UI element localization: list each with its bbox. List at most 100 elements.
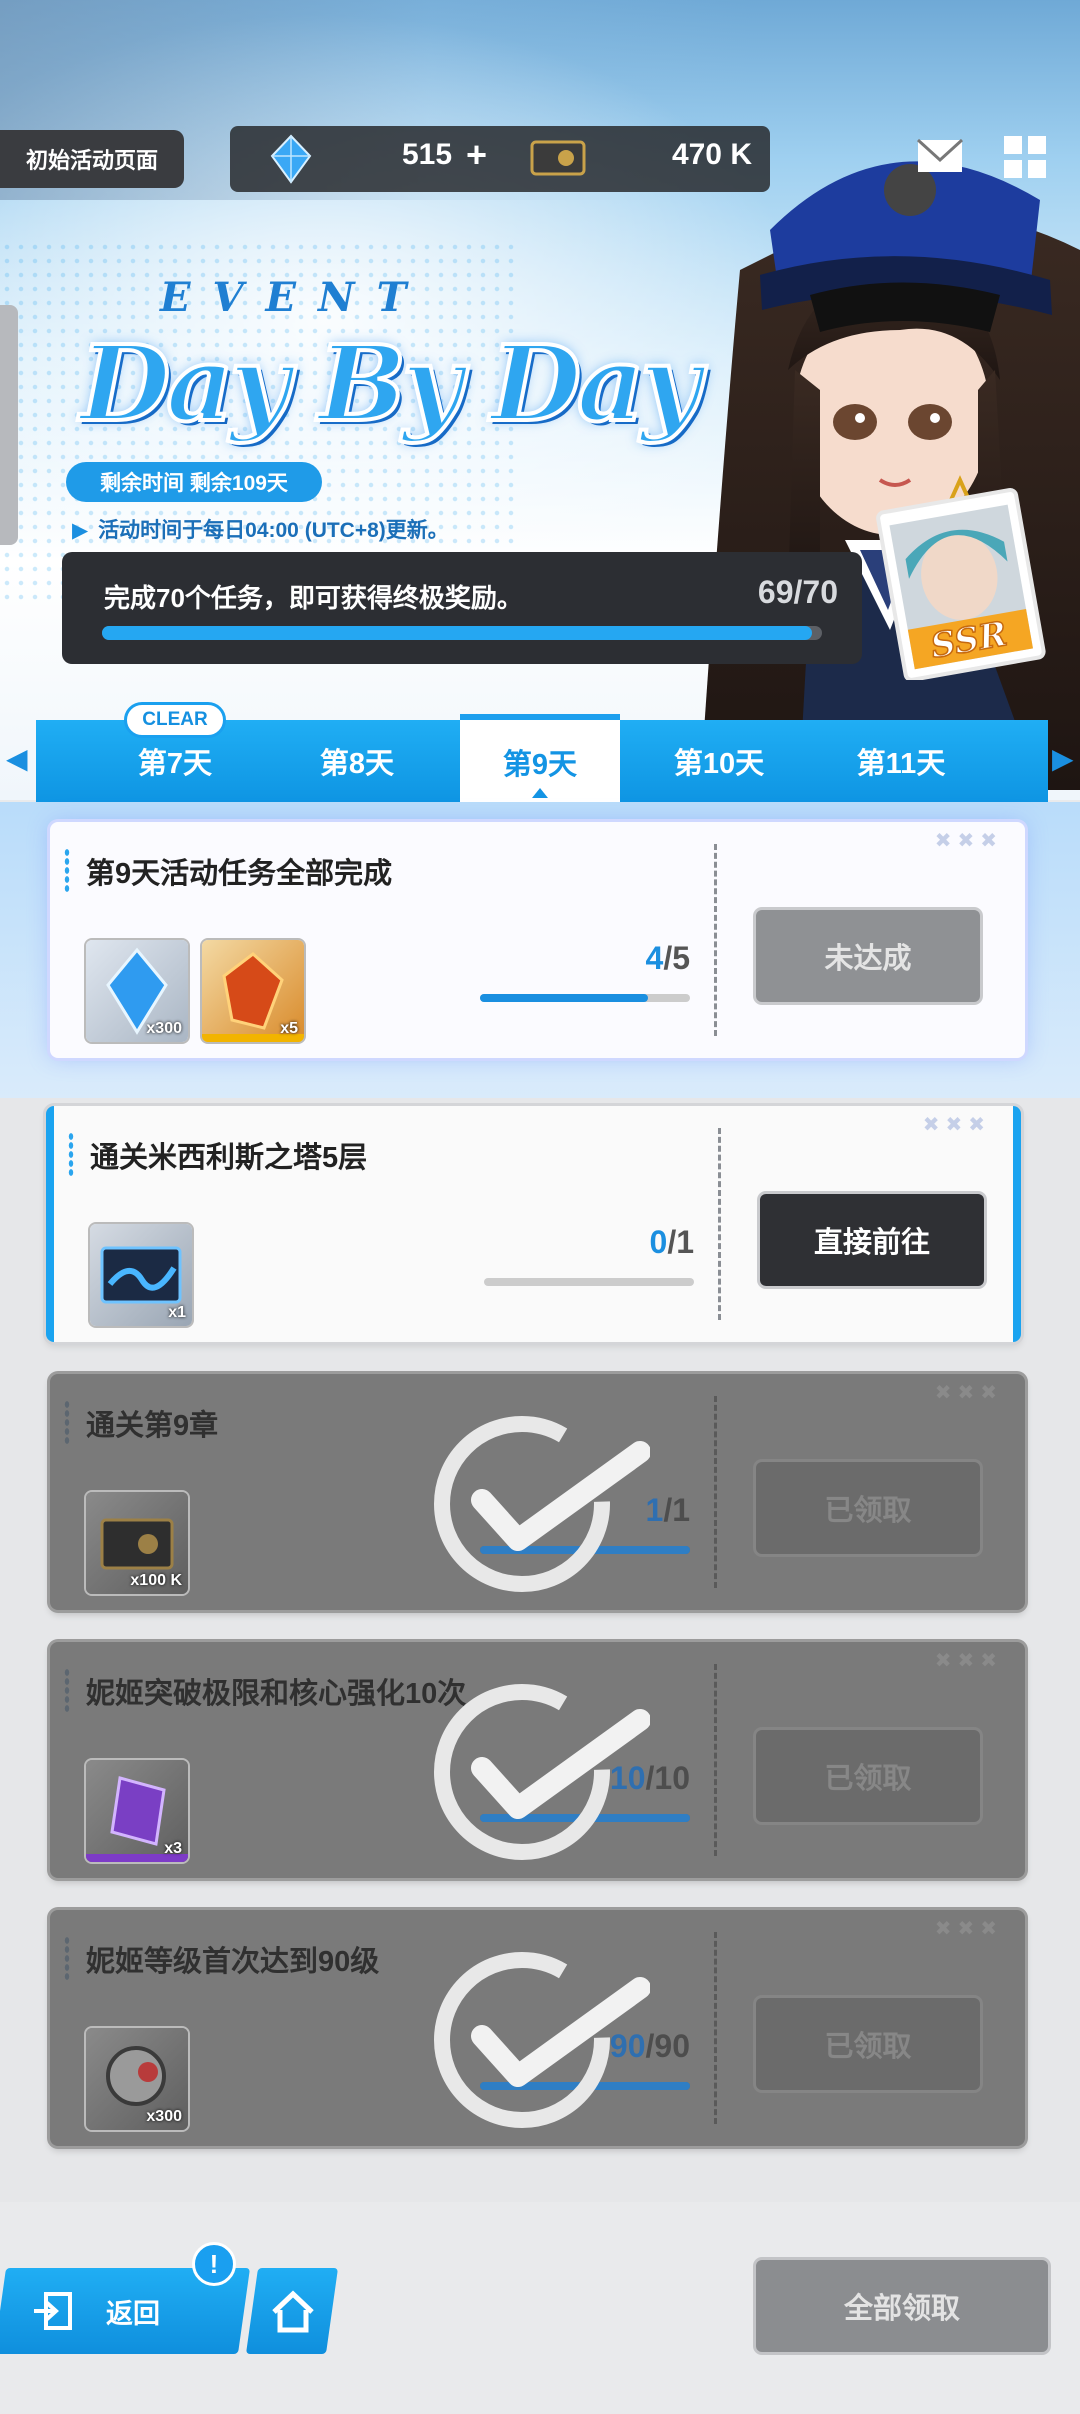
reward-items: x100 K: [86, 1492, 188, 1594]
dots-decoration: [68, 1132, 74, 1178]
corner-marks-decoration: ✖✖✖: [934, 1382, 1003, 1404]
reward-item[interactable]: x3: [86, 1760, 188, 1862]
mail-icon[interactable]: [912, 128, 968, 184]
tabs-left-arrow-icon[interactable]: ◀: [6, 742, 28, 775]
progress-count: 0/1: [649, 1224, 694, 1260]
gem-icon: [270, 134, 312, 184]
corner-marks-decoration: ✖✖✖: [934, 1918, 1003, 1940]
task-title: 通关第9章: [86, 1410, 219, 1442]
credit-count: 470 K: [671, 138, 752, 171]
reward-items: x300: [86, 2028, 188, 2130]
ssr-reward-card[interactable]: SSR: [870, 480, 1050, 680]
update-note-text: 活动时间于每日04:00 (UTC+8)更新。: [98, 519, 449, 542]
dots-decoration: [64, 1936, 70, 1982]
progress-total: 1: [672, 1492, 690, 1528]
corner-marks-decoration: ✖✖✖: [922, 1114, 991, 1136]
claimed-button[interactable]: 已领取: [756, 1462, 980, 1554]
side-drawer-handle[interactable]: [0, 305, 18, 545]
progress-current: 4: [645, 940, 664, 976]
active-tab-caret-icon: [532, 788, 548, 798]
reward-items: x3: [86, 1760, 188, 1862]
gem-count: 515: [402, 138, 453, 171]
reward-item[interactable]: x300: [86, 2028, 188, 2130]
divider: [714, 1664, 717, 1856]
tabs-right-arrow-icon[interactable]: ▶: [1052, 742, 1074, 775]
ultimate-goal-bar: 完成70个任务，即可获得终极奖励。 69/70: [62, 552, 862, 664]
reward-item[interactable]: x100 K: [86, 1492, 188, 1594]
reward-items: x1: [90, 1224, 192, 1326]
unmet-button[interactable]: 未达成: [756, 910, 980, 1002]
progress-total: 90: [654, 2028, 690, 2064]
reward-qty: x1: [168, 1304, 186, 1321]
goal-count: 69/70: [757, 574, 838, 610]
reward-item[interactable]: x5: [202, 940, 304, 1042]
completed-check-icon: [434, 1416, 650, 1592]
progress-count: 4/5: [645, 940, 690, 976]
progress-fill: [480, 994, 648, 1002]
tab-day-8[interactable]: 第8天: [272, 720, 442, 802]
dots-decoration: [64, 848, 70, 894]
task-card: ✖✖✖ 通关第9章 x100 K 1/1 已领取: [50, 1374, 1025, 1610]
event-banner: SSR EVENT Day By Day 剩余时间 剩余109天 ▶ 活动时间于每…: [0, 0, 1080, 800]
home-icon[interactable]: [270, 2290, 316, 2334]
credit-icon: [530, 140, 586, 176]
claimed-button[interactable]: 已领取: [756, 1730, 980, 1822]
goal-text: 完成70个任务，即可获得终极奖励。: [104, 583, 523, 613]
exit-icon: [34, 2292, 72, 2330]
remaining-time: 剩余时间 剩余109天: [66, 462, 322, 502]
completed-check-icon: [434, 1952, 650, 2128]
divider: [718, 1128, 721, 1320]
progress-count: 1/1: [645, 1492, 690, 1528]
task-card: ✖✖✖ 妮姬突破极限和核心强化10次 x3 10/10 已领取: [50, 1642, 1025, 1878]
tab-day-10[interactable]: 第10天: [634, 720, 804, 802]
go-now-button[interactable]: 直接前往: [760, 1194, 984, 1286]
reward-qty: x5: [280, 1020, 298, 1037]
triangle-bullet-icon: ▶: [72, 519, 89, 542]
alert-badge: !: [192, 2242, 236, 2286]
reward-item[interactable]: x1: [90, 1224, 192, 1326]
task-title: 妮姬等级首次达到90级: [86, 1946, 380, 1978]
reward-qty: x300: [146, 1020, 182, 1037]
divider: [714, 1932, 717, 2124]
grid-menu-icon[interactable]: [998, 128, 1054, 184]
task-card: ✖✖✖ 妮姬等级首次达到90级 x300 90/90 已领取: [50, 1910, 1025, 2146]
reward-qty: x300: [146, 2108, 182, 2125]
corner-marks-decoration: ✖✖✖: [934, 1650, 1003, 1672]
goal-progress-fill: [102, 626, 812, 640]
task-title: 通关米西利斯之塔5层: [90, 1142, 368, 1174]
page-tag[interactable]: 初始活动页面: [0, 130, 184, 188]
dots-decoration: [64, 1400, 70, 1446]
progress-track: [480, 994, 690, 1002]
task-title: 妮姬突破极限和核心强化10次: [86, 1678, 467, 1710]
divider: [714, 1396, 717, 1588]
progress-total: 10: [654, 1760, 690, 1796]
reward-qty: x100 K: [130, 1572, 182, 1589]
task-card: ✖✖✖ 第9天活动任务全部完成 x300 x5 4/5 未达成: [50, 822, 1025, 1058]
claim-all-button[interactable]: 全部领取: [756, 2260, 1048, 2352]
reward-qty: x3: [164, 1840, 182, 1857]
event-word: EVENT: [160, 274, 429, 321]
progress-total: 1: [676, 1224, 694, 1260]
clear-badge: CLEAR: [124, 702, 226, 738]
tab-day-9[interactable]: 第9天: [460, 714, 620, 804]
corner-marks-decoration: ✖✖✖: [934, 830, 1003, 852]
tab-day-9-label: 第9天: [502, 749, 578, 781]
task-title: 第9天活动任务全部完成: [86, 858, 393, 890]
divider: [714, 844, 717, 1036]
update-note: ▶ 活动时间于每日04:00 (UTC+8)更新。: [72, 514, 449, 544]
reward-item[interactable]: x300: [86, 940, 188, 1042]
tab-day-11[interactable]: 第11天: [816, 720, 986, 802]
dots-decoration: [64, 1668, 70, 1714]
completed-check-icon: [434, 1684, 650, 1860]
progress-track: [484, 1278, 694, 1286]
reward-items: x300 x5: [86, 940, 304, 1042]
progress-current: 0: [649, 1224, 668, 1260]
back-label: 返回: [106, 2298, 160, 2329]
add-gem-button[interactable]: +: [466, 134, 487, 176]
progress-total: 5: [672, 940, 690, 976]
resource-bar: 515 + 470 K: [230, 126, 770, 192]
event-title: Day By Day: [78, 320, 703, 447]
task-card: ✖✖✖ 通关米西利斯之塔5层 x1 0/1 直接前往: [46, 1106, 1021, 1342]
goal-progress-track: [102, 626, 822, 640]
claimed-button[interactable]: 已领取: [756, 1998, 980, 2090]
